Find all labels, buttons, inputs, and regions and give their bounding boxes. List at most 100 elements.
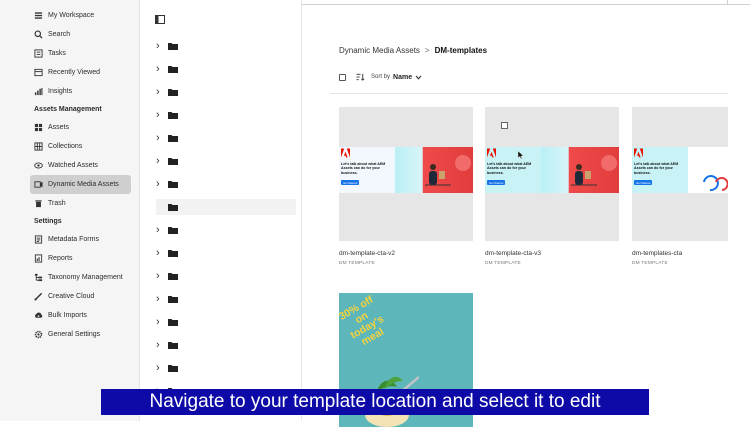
chevron-right-icon[interactable]: › xyxy=(156,133,164,144)
sidebar-item-taxonomy-management[interactable]: Taxonomy Management xyxy=(30,268,131,287)
top-divider xyxy=(302,4,750,5)
banner-headline: Let's talk about what AEM Assets can do … xyxy=(341,162,386,175)
asset-title: dm-templates-cta xyxy=(632,250,683,257)
sidebar-item-label: Bulk Imports xyxy=(48,312,87,319)
chevron-right-icon[interactable]: › xyxy=(156,248,164,259)
folder-tree-row[interactable]: › xyxy=(156,337,296,353)
banner-cta-button: Get Started xyxy=(634,180,653,185)
chevron-right-icon[interactable]: › xyxy=(156,294,164,305)
folder-tree-row[interactable] xyxy=(156,199,296,215)
chevron-right-icon[interactable]: › xyxy=(156,110,164,121)
chevron-right-icon[interactable]: › xyxy=(156,363,164,374)
adobe-logo-icon xyxy=(634,148,643,158)
sidebar-item-label: Recently Viewed xyxy=(48,69,101,76)
chevron-right-icon[interactable]: › xyxy=(156,179,164,190)
template-banner: Let's talk about what AEM Assets can do … xyxy=(632,147,728,193)
sidebar-item-recently-viewed[interactable]: Recently Viewed xyxy=(30,63,131,82)
panel-toggle-icon[interactable] xyxy=(155,15,165,24)
sort-by-value[interactable]: Name xyxy=(393,74,412,81)
sidebar-item-label: Creative Cloud xyxy=(48,293,95,300)
banner-cta-button: Get Started xyxy=(341,180,360,185)
search-icon xyxy=(34,30,43,39)
asset-card[interactable]: Let's talk about what AEM Assets can do … xyxy=(632,107,728,266)
sidebar-item-tasks[interactable]: Tasks xyxy=(30,44,131,63)
assets-management-heading: Assets Management xyxy=(34,106,102,113)
sidebar-item-insights[interactable]: Insights xyxy=(30,82,131,101)
banner-text-area: Let's talk about what AEM Assets can do … xyxy=(485,147,541,193)
banner-text-area: Let's talk about what AEM Assets can do … xyxy=(339,147,395,193)
adobe-logo-icon xyxy=(341,148,350,158)
asset-thumbnail[interactable]: Let's talk about what AEM Assets can do … xyxy=(485,107,619,241)
chevron-right-icon[interactable]: › xyxy=(156,225,164,236)
sidebar-item-label: Watched Assets xyxy=(48,162,98,169)
sidebar-item-bulk-imports[interactable]: Bulk Imports xyxy=(30,306,131,325)
folder-tree-row[interactable]: › xyxy=(156,291,296,307)
folder-icon xyxy=(168,342,178,349)
sidebar-item-search[interactable]: Search xyxy=(30,25,131,44)
asset-select-checkbox[interactable] xyxy=(501,122,508,129)
sidebar-item-watched-assets[interactable]: Watched Assets xyxy=(30,156,131,175)
folder-tree-row[interactable]: › xyxy=(156,222,296,238)
sidebar-item-reports[interactable]: Reports xyxy=(30,249,131,268)
sidebar-item-general-settings[interactable]: General Settings xyxy=(30,325,131,344)
folder-tree: ››››››››››››››› xyxy=(140,0,302,421)
folder-tree-row[interactable]: › xyxy=(156,153,296,169)
asset-title: dm-template-cta-v3 xyxy=(485,250,541,257)
folder-tree-row[interactable]: › xyxy=(156,360,296,376)
chevron-right-icon[interactable]: › xyxy=(156,271,164,282)
adobe-logo-icon xyxy=(487,148,496,158)
gear-icon xyxy=(34,330,43,339)
sidebar-item-creative-cloud[interactable]: Creative Cloud xyxy=(30,287,131,306)
banner-headline: Let's talk about what AEM Assets can do … xyxy=(634,162,679,175)
collections-icon xyxy=(34,142,43,151)
asset-type: DM TEMPLATE xyxy=(339,261,375,266)
asset-thumbnail[interactable]: Let's talk about what AEM Assets can do … xyxy=(339,107,473,241)
asset-thumbnail[interactable]: Let's talk about what AEM Assets can do … xyxy=(632,107,728,241)
sidebar-item-collections[interactable]: Collections xyxy=(30,137,131,156)
sidebar-item-dynamic-media-assets[interactable]: Dynamic Media Assets xyxy=(30,175,131,194)
assets-icon xyxy=(34,123,43,132)
folder-icon xyxy=(168,296,178,303)
chevron-right-icon[interactable]: › xyxy=(156,317,164,328)
folder-tree-row[interactable]: › xyxy=(156,314,296,330)
person-illustration-icon xyxy=(425,155,471,186)
folder-tree-row[interactable]: › xyxy=(156,61,296,77)
toolbar: Sort by Name xyxy=(339,73,422,81)
asset-type: DM TEMPLATE xyxy=(632,261,668,266)
breadcrumb-separator: > xyxy=(424,46,430,55)
folder-tree-row[interactable]: › xyxy=(156,268,296,284)
chevron-down-icon[interactable] xyxy=(415,75,422,80)
folder-tree-row[interactable]: › xyxy=(156,107,296,123)
folder-tree-row[interactable]: › xyxy=(156,84,296,100)
dynamic-media-icon xyxy=(34,180,43,189)
folder-icon xyxy=(168,319,178,326)
banner-headline: Let's talk about what AEM Assets can do … xyxy=(487,162,532,175)
sidebar-item-label: Search xyxy=(48,31,71,38)
chevron-right-icon[interactable]: › xyxy=(156,340,164,351)
chevron-right-icon[interactable]: › xyxy=(156,64,164,75)
reports-icon xyxy=(34,254,43,263)
sidebar-item-trash[interactable]: Trash xyxy=(30,194,131,213)
tasks-icon xyxy=(34,49,43,58)
asset-card[interactable]: Let's talk about what AEM Assets can do … xyxy=(339,107,473,266)
select-all-checkbox[interactable] xyxy=(339,73,346,81)
metadata-icon xyxy=(34,235,43,244)
folder-tree-row[interactable]: › xyxy=(156,245,296,261)
chevron-right-icon[interactable]: › xyxy=(156,156,164,167)
banner-illustration xyxy=(541,147,619,193)
breadcrumb-parent[interactable]: Dynamic Media Assets xyxy=(339,46,420,55)
folder-tree-row[interactable]: › xyxy=(156,176,296,192)
sidebar-item-metadata-forms[interactable]: Metadata Forms xyxy=(30,230,131,249)
sidebar-item-assets[interactable]: Assets xyxy=(30,118,131,137)
eye-icon xyxy=(34,161,43,170)
chevron-right-icon[interactable]: › xyxy=(156,41,164,52)
banner-text-area: Let's talk about what AEM Assets can do … xyxy=(632,147,688,193)
sidebar-item-my-workspace[interactable]: My Workspace xyxy=(30,6,131,25)
folder-icon xyxy=(168,181,178,188)
chevron-right-icon[interactable]: › xyxy=(156,87,164,98)
sort-icon[interactable] xyxy=(356,73,365,81)
asset-card[interactable]: Let's talk about what AEM Assets can do … xyxy=(485,107,619,266)
folder-tree-row[interactable]: › xyxy=(156,130,296,146)
folder-tree-row[interactable]: › xyxy=(156,38,296,54)
trash-icon xyxy=(34,199,43,208)
